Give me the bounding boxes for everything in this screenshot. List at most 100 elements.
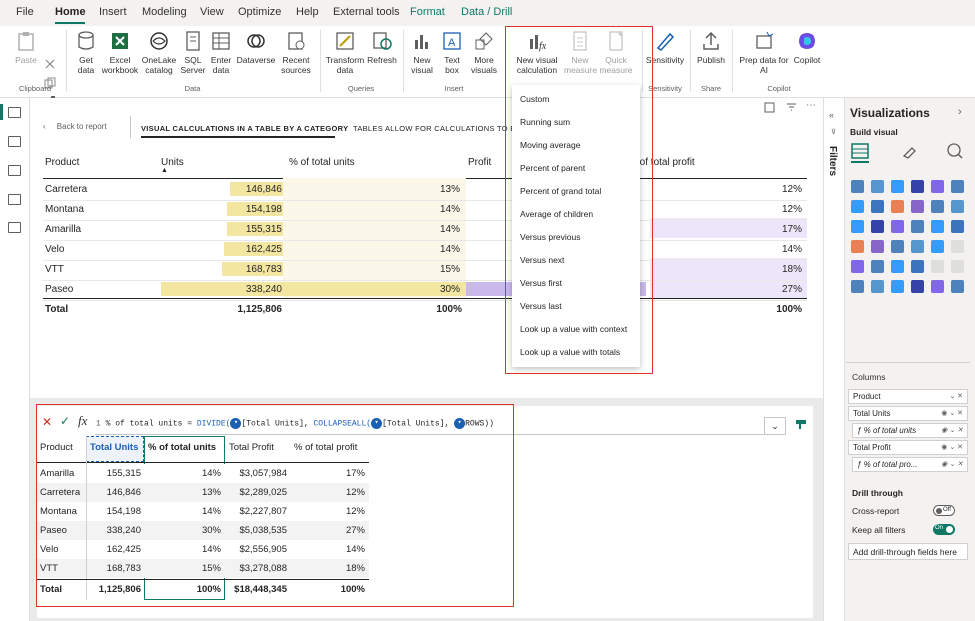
excel-workbook-button[interactable]: Excel workbook <box>101 30 139 75</box>
power-apps-icon[interactable] <box>911 280 924 293</box>
back-to-report-link[interactable]: ‹ Back to report <box>43 122 107 131</box>
menu-modeling[interactable]: Modeling <box>142 6 187 18</box>
drill-through-field-well[interactable]: Add drill-through fields here <box>848 543 968 560</box>
tmdl-view-icon[interactable] <box>8 222 21 233</box>
field-well-item[interactable]: Total Units ◉ ⌄ ✕ <box>848 406 968 421</box>
100-column-icon[interactable] <box>951 180 964 193</box>
gauge-icon[interactable] <box>871 240 884 253</box>
treemap-icon[interactable] <box>911 220 924 233</box>
header-pct-units[interactable]: % of total units <box>289 157 355 168</box>
field-well-item[interactable]: ƒ % of total pro... ◉ ⌄ ✕ <box>852 457 968 472</box>
sql-server-button[interactable]: SQL Server <box>179 30 207 75</box>
kpi-icon[interactable] <box>931 240 944 253</box>
pie-icon[interactable] <box>871 220 884 233</box>
expand-pane-icon[interactable]: › <box>958 106 962 118</box>
field-well-item[interactable]: Total Profit ◉ ⌄ ✕ <box>848 440 968 455</box>
stacked-area-icon[interactable] <box>891 200 904 213</box>
field-options-icon[interactable]: ◉ ⌄ ✕ <box>941 409 963 417</box>
funnel-icon[interactable] <box>951 200 964 213</box>
line-icon[interactable] <box>851 200 864 213</box>
menu-insert[interactable]: Insert <box>99 6 127 18</box>
table-view-icon[interactable] <box>8 136 21 147</box>
menu-data-drill[interactable]: Data / Drill <box>461 6 512 18</box>
field-well-item[interactable]: ƒ % of total units ◉ ⌄ ✕ <box>852 423 968 438</box>
multi-row-card-icon[interactable] <box>911 240 924 253</box>
more-icon[interactable] <box>951 280 964 293</box>
clustered-column-icon[interactable] <box>911 180 924 193</box>
menu-help[interactable]: Help <box>296 6 319 18</box>
shape-map-icon[interactable] <box>851 240 864 253</box>
text-box-button[interactable]: A Text box <box>438 30 466 75</box>
more-options-icon[interactable]: ⋯ <box>806 100 816 111</box>
get-data-button[interactable]: Get data <box>70 30 102 75</box>
menu-external-tools[interactable]: External tools <box>333 6 400 18</box>
card-icon[interactable] <box>891 240 904 253</box>
field-well-item[interactable]: Product ⌄ ✕ <box>848 389 968 404</box>
field-options-icon[interactable]: ◉ ⌄ ✕ <box>941 460 963 468</box>
donut-icon[interactable] <box>891 220 904 233</box>
100-bar-icon[interactable] <box>931 180 944 193</box>
narrative-icon[interactable] <box>871 280 884 293</box>
expand-formula-button[interactable]: ⌄ <box>764 417 786 435</box>
clustered-bar-icon[interactable] <box>891 180 904 193</box>
table-icon[interactable] <box>851 260 864 273</box>
new-visual-button[interactable]: New visual <box>406 30 438 75</box>
scatter-icon[interactable] <box>851 220 864 233</box>
header-product[interactable]: Product <box>45 157 79 168</box>
enter-data-button[interactable]: Enter data <box>207 30 235 75</box>
slicer-icon[interactable] <box>951 240 964 253</box>
format-icon[interactable] <box>795 418 807 430</box>
r-visual-icon[interactable] <box>891 260 904 273</box>
dax-query-view-icon[interactable] <box>8 194 21 205</box>
collapse-icon[interactable]: « <box>829 110 834 120</box>
tab-visual-calculations[interactable]: VISUAL CALCULATIONS IN A TABLE BY A CATE… <box>141 124 348 133</box>
analytics-icon[interactable] <box>946 142 964 160</box>
stacked-bar-icon[interactable] <box>851 180 864 193</box>
power-automate-icon[interactable] <box>931 280 944 293</box>
more-visuals-button[interactable]: More visuals <box>466 30 502 75</box>
menu-home[interactable]: Home <box>55 6 86 18</box>
map-icon[interactable] <box>931 220 944 233</box>
dataverse-button[interactable]: Dataverse <box>235 30 277 65</box>
format-visual-icon[interactable] <box>900 142 918 160</box>
model-view-icon[interactable] <box>8 165 21 176</box>
filled-map-icon[interactable] <box>951 220 964 233</box>
prep-data-for-ai-button[interactable]: Prep data for AI <box>736 30 792 75</box>
menu-format[interactable]: Format <box>410 6 445 18</box>
menu-file[interactable]: File <box>16 6 34 18</box>
paginated-icon[interactable] <box>891 280 904 293</box>
menu-optimize[interactable]: Optimize <box>238 6 281 18</box>
matrix-icon[interactable] <box>871 260 884 273</box>
focus-mode-icon[interactable] <box>764 102 775 113</box>
stacked-column-icon[interactable] <box>871 180 884 193</box>
report-view-icon[interactable] <box>8 107 21 118</box>
group-share: Share <box>700 84 721 93</box>
publish-button[interactable]: Publish <box>694 30 728 65</box>
paste-button[interactable]: Paste <box>12 30 40 65</box>
row-divider <box>43 260 807 261</box>
field-options-icon[interactable]: ◉ ⌄ ✕ <box>941 426 963 434</box>
filters-pane-collapsed[interactable]: « ⊽ Filters <box>823 98 843 621</box>
recent-sources-button[interactable]: Recent sources <box>277 30 315 75</box>
decomposition-tree-icon[interactable] <box>951 260 964 273</box>
refresh-button[interactable]: Refresh <box>366 30 398 65</box>
qa-icon[interactable] <box>851 280 864 293</box>
keep-all-filters-toggle[interactable]: On <box>933 524 955 535</box>
field-options-icon[interactable]: ⌄ ✕ <box>949 392 963 400</box>
ribbon-icon[interactable] <box>911 200 924 213</box>
copilot-button[interactable]: Copilot <box>792 30 822 65</box>
tab-tables-allow[interactable]: TABLES ALLOW FOR CALCULATIONS TO BE <box>353 124 521 133</box>
field-options-icon[interactable]: ◉ ⌄ ✕ <box>941 443 963 451</box>
onelake-catalog-button[interactable]: OneLake catalog <box>140 30 178 75</box>
header-profit[interactable]: Profit <box>468 157 491 168</box>
transform-data-button[interactable]: Transform data <box>324 30 366 75</box>
waterfall-icon[interactable] <box>931 200 944 213</box>
cut-icon[interactable] <box>44 58 56 70</box>
menu-view[interactable]: View <box>200 6 224 18</box>
area-icon[interactable] <box>871 200 884 213</box>
table-visual-icon[interactable] <box>851 142 869 160</box>
key-influencers-icon[interactable] <box>931 260 944 273</box>
python-visual-icon[interactable] <box>911 260 924 273</box>
cross-report-toggle[interactable]: Off <box>933 505 955 516</box>
filter-icon[interactable] <box>786 102 797 113</box>
